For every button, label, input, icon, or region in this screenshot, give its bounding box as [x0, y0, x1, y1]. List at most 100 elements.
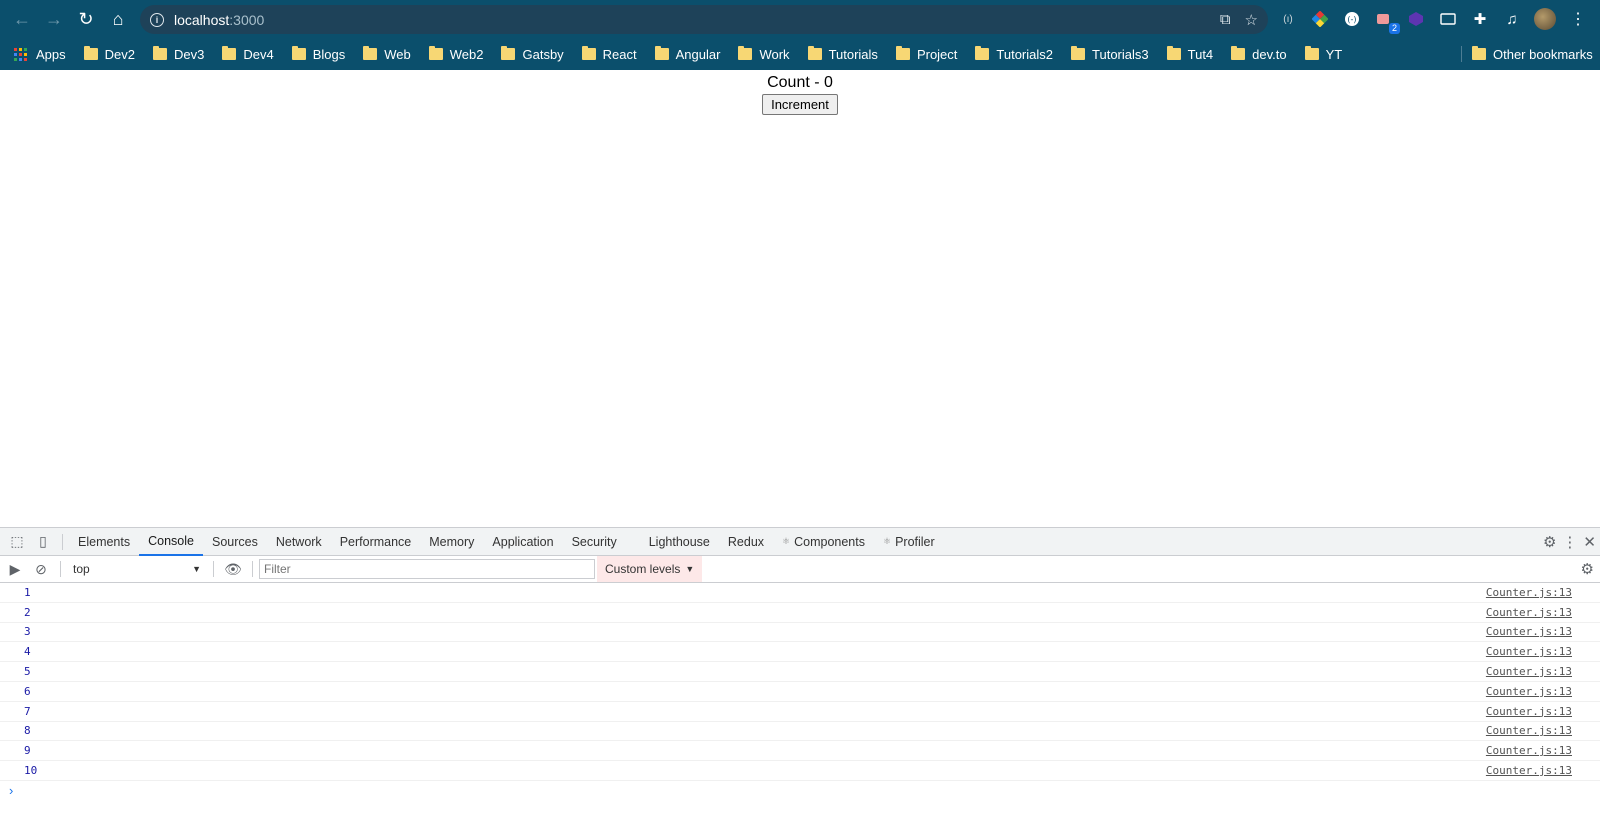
- tab-network[interactable]: Network: [267, 528, 331, 556]
- bookmark-angular[interactable]: Angular: [654, 46, 721, 62]
- console-log-row: 6 Counter.js:13: [0, 682, 1600, 702]
- bookmark-react[interactable]: React: [581, 46, 637, 62]
- log-source-link[interactable]: Counter.js:13: [1486, 764, 1572, 777]
- tab-redux[interactable]: Redux: [719, 528, 773, 556]
- tab-console[interactable]: Console: [139, 528, 203, 556]
- extension-screen-icon[interactable]: [1438, 9, 1458, 29]
- tab-components[interactable]: ⚛ Components: [773, 528, 874, 556]
- tab-elements[interactable]: Elements: [69, 528, 139, 556]
- console-log-row: 1 Counter.js:13: [0, 583, 1600, 603]
- bookmark-tutorials[interactable]: Tutorials: [807, 46, 878, 62]
- home-icon[interactable]: ⌂: [102, 3, 134, 35]
- tab-label: Network: [275, 534, 322, 549]
- back-arrow-icon[interactable]: ←: [6, 3, 38, 35]
- bookmark-label: dev.to: [1252, 46, 1287, 62]
- bookmark-dev3[interactable]: Dev3: [153, 46, 205, 62]
- devtools-close-icon[interactable]: ✕: [1583, 533, 1596, 551]
- console-log-row: 10 Counter.js:13: [0, 761, 1600, 781]
- bookmark-other[interactable]: Other bookmarks: [1472, 38, 1593, 70]
- log-source-link[interactable]: Counter.js:13: [1486, 705, 1572, 718]
- bookmark-apps[interactable]: Apps: [14, 47, 66, 62]
- device-toolbar-icon[interactable]: ▯: [30, 529, 56, 555]
- install-app-icon[interactable]: ⧉: [1220, 11, 1231, 28]
- increment-button[interactable]: Increment: [762, 94, 838, 115]
- bookmark-web[interactable]: Web: [363, 46, 411, 62]
- log-levels-dropdown[interactable]: Custom levels ▼: [597, 556, 703, 582]
- bookmark-label: Work: [759, 46, 790, 62]
- bookmark-dev2[interactable]: Dev2: [83, 46, 135, 62]
- console-settings-icon[interactable]: ⚙: [1581, 556, 1594, 582]
- log-value: 6: [24, 684, 31, 698]
- bookmark-dev4[interactable]: Dev4: [222, 46, 274, 62]
- tab-application[interactable]: Application: [483, 528, 562, 556]
- bookmark-gatsby[interactable]: Gatsby: [501, 46, 564, 62]
- dropdown-arrow-icon: ▼: [685, 564, 695, 574]
- address-bar[interactable]: i localhost:3000 ⧉ ☆: [140, 5, 1268, 34]
- console-prompt[interactable]: ›: [0, 781, 1600, 801]
- bookmark-dev-to[interactable]: dev.to: [1231, 46, 1287, 62]
- profile-avatar[interactable]: [1534, 8, 1556, 30]
- log-source-link[interactable]: Counter.js:13: [1486, 645, 1572, 658]
- extension-wave-icon[interactable]: (ı): [1278, 9, 1298, 29]
- bookmark-tutorials3[interactable]: Tutorials3: [1071, 46, 1149, 62]
- console-log-row: 4 Counter.js:13: [0, 642, 1600, 663]
- devtools-more-icon[interactable]: ⋮: [1562, 533, 1577, 551]
- site-info-icon[interactable]: i: [150, 12, 164, 27]
- extension-circle-icon[interactable]: (-): [1342, 9, 1362, 29]
- bookmarks-separator: [1461, 46, 1462, 62]
- bookmark-blogs[interactable]: Blogs: [291, 46, 345, 62]
- bookmark-label: Angular: [675, 46, 721, 62]
- console-log-row: 2 Counter.js:13: [0, 603, 1600, 623]
- extension-badge-icon[interactable]: 2: [1374, 9, 1400, 34]
- log-source-link[interactable]: Counter.js:13: [1486, 724, 1572, 737]
- tab-memory[interactable]: Memory: [420, 528, 483, 556]
- bookmark-label: Web2: [449, 46, 484, 62]
- tab-lighthouse[interactable]: Lighthouse: [640, 528, 719, 556]
- extension-cube-icon[interactable]: [1406, 9, 1426, 29]
- log-value: 1: [24, 585, 31, 599]
- log-source-link[interactable]: Counter.js:13: [1486, 744, 1572, 757]
- bookmark-label: Dev2: [104, 46, 135, 62]
- reload-icon[interactable]: ↻: [70, 3, 102, 35]
- extensions-puzzle-icon[interactable]: ✚: [1470, 9, 1490, 29]
- folder-icon: [1304, 46, 1319, 60]
- tab-label: Memory: [429, 534, 475, 549]
- tab-label: Console: [148, 533, 194, 548]
- react-icon: ⚛: [782, 536, 791, 546]
- console-log-list: 1 Counter.js:13 2 Counter.js:13 3 Counter.js:…: [0, 583, 1600, 781]
- divider: [213, 561, 214, 577]
- bookmark-web2[interactable]: Web2: [428, 46, 484, 62]
- bookmark-label: Project: [916, 46, 958, 62]
- media-control-icon[interactable]: ♫: [1502, 9, 1522, 29]
- tab-performance[interactable]: Performance: [331, 528, 421, 556]
- tab-security[interactable]: Security: [563, 528, 626, 556]
- devtools-settings-icon[interactable]: ⚙: [1543, 533, 1556, 551]
- bookmark-label: Dev3: [174, 46, 205, 62]
- bookmark-work[interactable]: Work: [738, 46, 790, 62]
- console-sidebar-icon[interactable]: ▶: [2, 556, 28, 582]
- bookmark-project[interactable]: Project: [895, 46, 958, 62]
- tab-profiler[interactable]: ⚛ Profiler: [874, 528, 944, 556]
- bookmark-yt[interactable]: YT: [1304, 46, 1342, 62]
- folder-icon: [895, 46, 910, 60]
- bookmark-tutorials2[interactable]: Tutorials2: [975, 46, 1053, 62]
- log-value: 5: [24, 665, 31, 679]
- bookmark-tut4[interactable]: Tut4: [1166, 46, 1213, 62]
- log-source-link[interactable]: Counter.js:13: [1486, 586, 1572, 599]
- live-expression-eye-icon[interactable]: 👁: [220, 556, 246, 582]
- log-source-link[interactable]: Counter.js:13: [1486, 606, 1572, 619]
- console-filter-input[interactable]: [259, 559, 595, 579]
- log-source-link[interactable]: Counter.js:13: [1486, 665, 1572, 678]
- context-select[interactable]: top ▼: [67, 559, 207, 579]
- forward-arrow-icon[interactable]: →: [38, 3, 70, 35]
- extension-color-icon[interactable]: [1310, 9, 1330, 29]
- log-source-link[interactable]: Counter.js:13: [1486, 685, 1572, 698]
- inspect-element-icon[interactable]: ⬚: [4, 529, 30, 555]
- log-value: 3: [24, 625, 31, 639]
- browser-menu-icon[interactable]: ⋮: [1568, 9, 1588, 29]
- clear-console-icon[interactable]: ⊘: [28, 556, 54, 582]
- folder-icon: [291, 46, 306, 60]
- tab-sources[interactable]: Sources: [203, 528, 267, 556]
- bookmark-star-icon[interactable]: ☆: [1245, 11, 1258, 29]
- log-source-link[interactable]: Counter.js:13: [1486, 625, 1572, 638]
